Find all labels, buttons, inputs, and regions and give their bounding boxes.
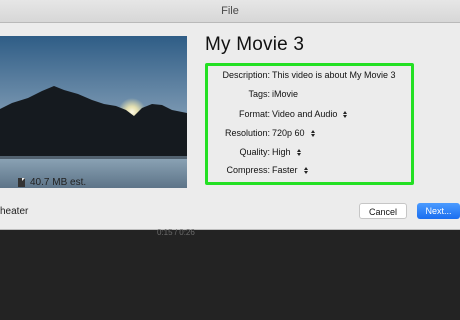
movie-title[interactable]: My Movie 3 bbox=[205, 34, 304, 56]
compress-select[interactable]: Faster bbox=[272, 165, 308, 175]
share-file-sheet: 40.7 MB est. heater My Movie 3 Descripti… bbox=[0, 23, 460, 230]
tags-field[interactable]: iMovie bbox=[272, 89, 298, 99]
format-label: Format: bbox=[238, 109, 270, 119]
cancel-button[interactable]: Cancel bbox=[359, 203, 407, 219]
resolution-stepper-icon bbox=[310, 129, 315, 137]
description-row: Description: This video is about My Movi… bbox=[208, 70, 411, 84]
compress-row: Compress: Faster bbox=[208, 165, 411, 179]
tags-value: iMovie bbox=[272, 89, 299, 99]
quality-value: High bbox=[272, 147, 291, 157]
format-select[interactable]: Video and Audio bbox=[272, 109, 348, 119]
resolution-select[interactable]: 720p 60 bbox=[272, 128, 315, 138]
tags-label: Tags: bbox=[248, 89, 270, 99]
description-label: Description: bbox=[222, 70, 270, 80]
quality-row: Quality: High bbox=[208, 147, 411, 161]
description-field[interactable]: This video is about My Movie 3 bbox=[272, 70, 396, 80]
theater-label: heater bbox=[0, 206, 29, 217]
file-size-text: 40.7 MB est. bbox=[30, 177, 87, 188]
file-icon bbox=[18, 178, 25, 187]
export-settings-highlight: Description: This video is about My Movi… bbox=[205, 63, 414, 185]
estimated-file-size: 40.7 MB est. bbox=[18, 177, 86, 188]
quality-stepper-icon bbox=[296, 148, 301, 156]
resolution-label: Resolution: bbox=[224, 128, 270, 138]
video-thumbnail bbox=[0, 36, 187, 188]
description-value: This video is about My Movie 3 bbox=[272, 70, 396, 80]
quality-select[interactable]: High bbox=[272, 147, 301, 157]
format-row: Format: Video and Audio bbox=[208, 109, 411, 123]
format-value: Video and Audio bbox=[272, 109, 338, 119]
next-button[interactable]: Next... bbox=[417, 203, 460, 219]
tags-row: Tags: iMovie bbox=[208, 89, 411, 103]
resolution-value: 720p 60 bbox=[272, 128, 305, 138]
format-stepper-icon bbox=[343, 110, 348, 118]
compress-value: Faster bbox=[272, 165, 298, 175]
compress-label: Compress: bbox=[226, 165, 270, 175]
compress-stepper-icon bbox=[303, 166, 308, 174]
resolution-row: Resolution: 720p 60 bbox=[208, 128, 411, 142]
window-titlebar: File bbox=[0, 0, 460, 23]
window-title: File bbox=[221, 5, 239, 17]
playback-timecode: 0:15 / 0:26 bbox=[157, 228, 195, 237]
quality-label: Quality: bbox=[239, 147, 270, 157]
